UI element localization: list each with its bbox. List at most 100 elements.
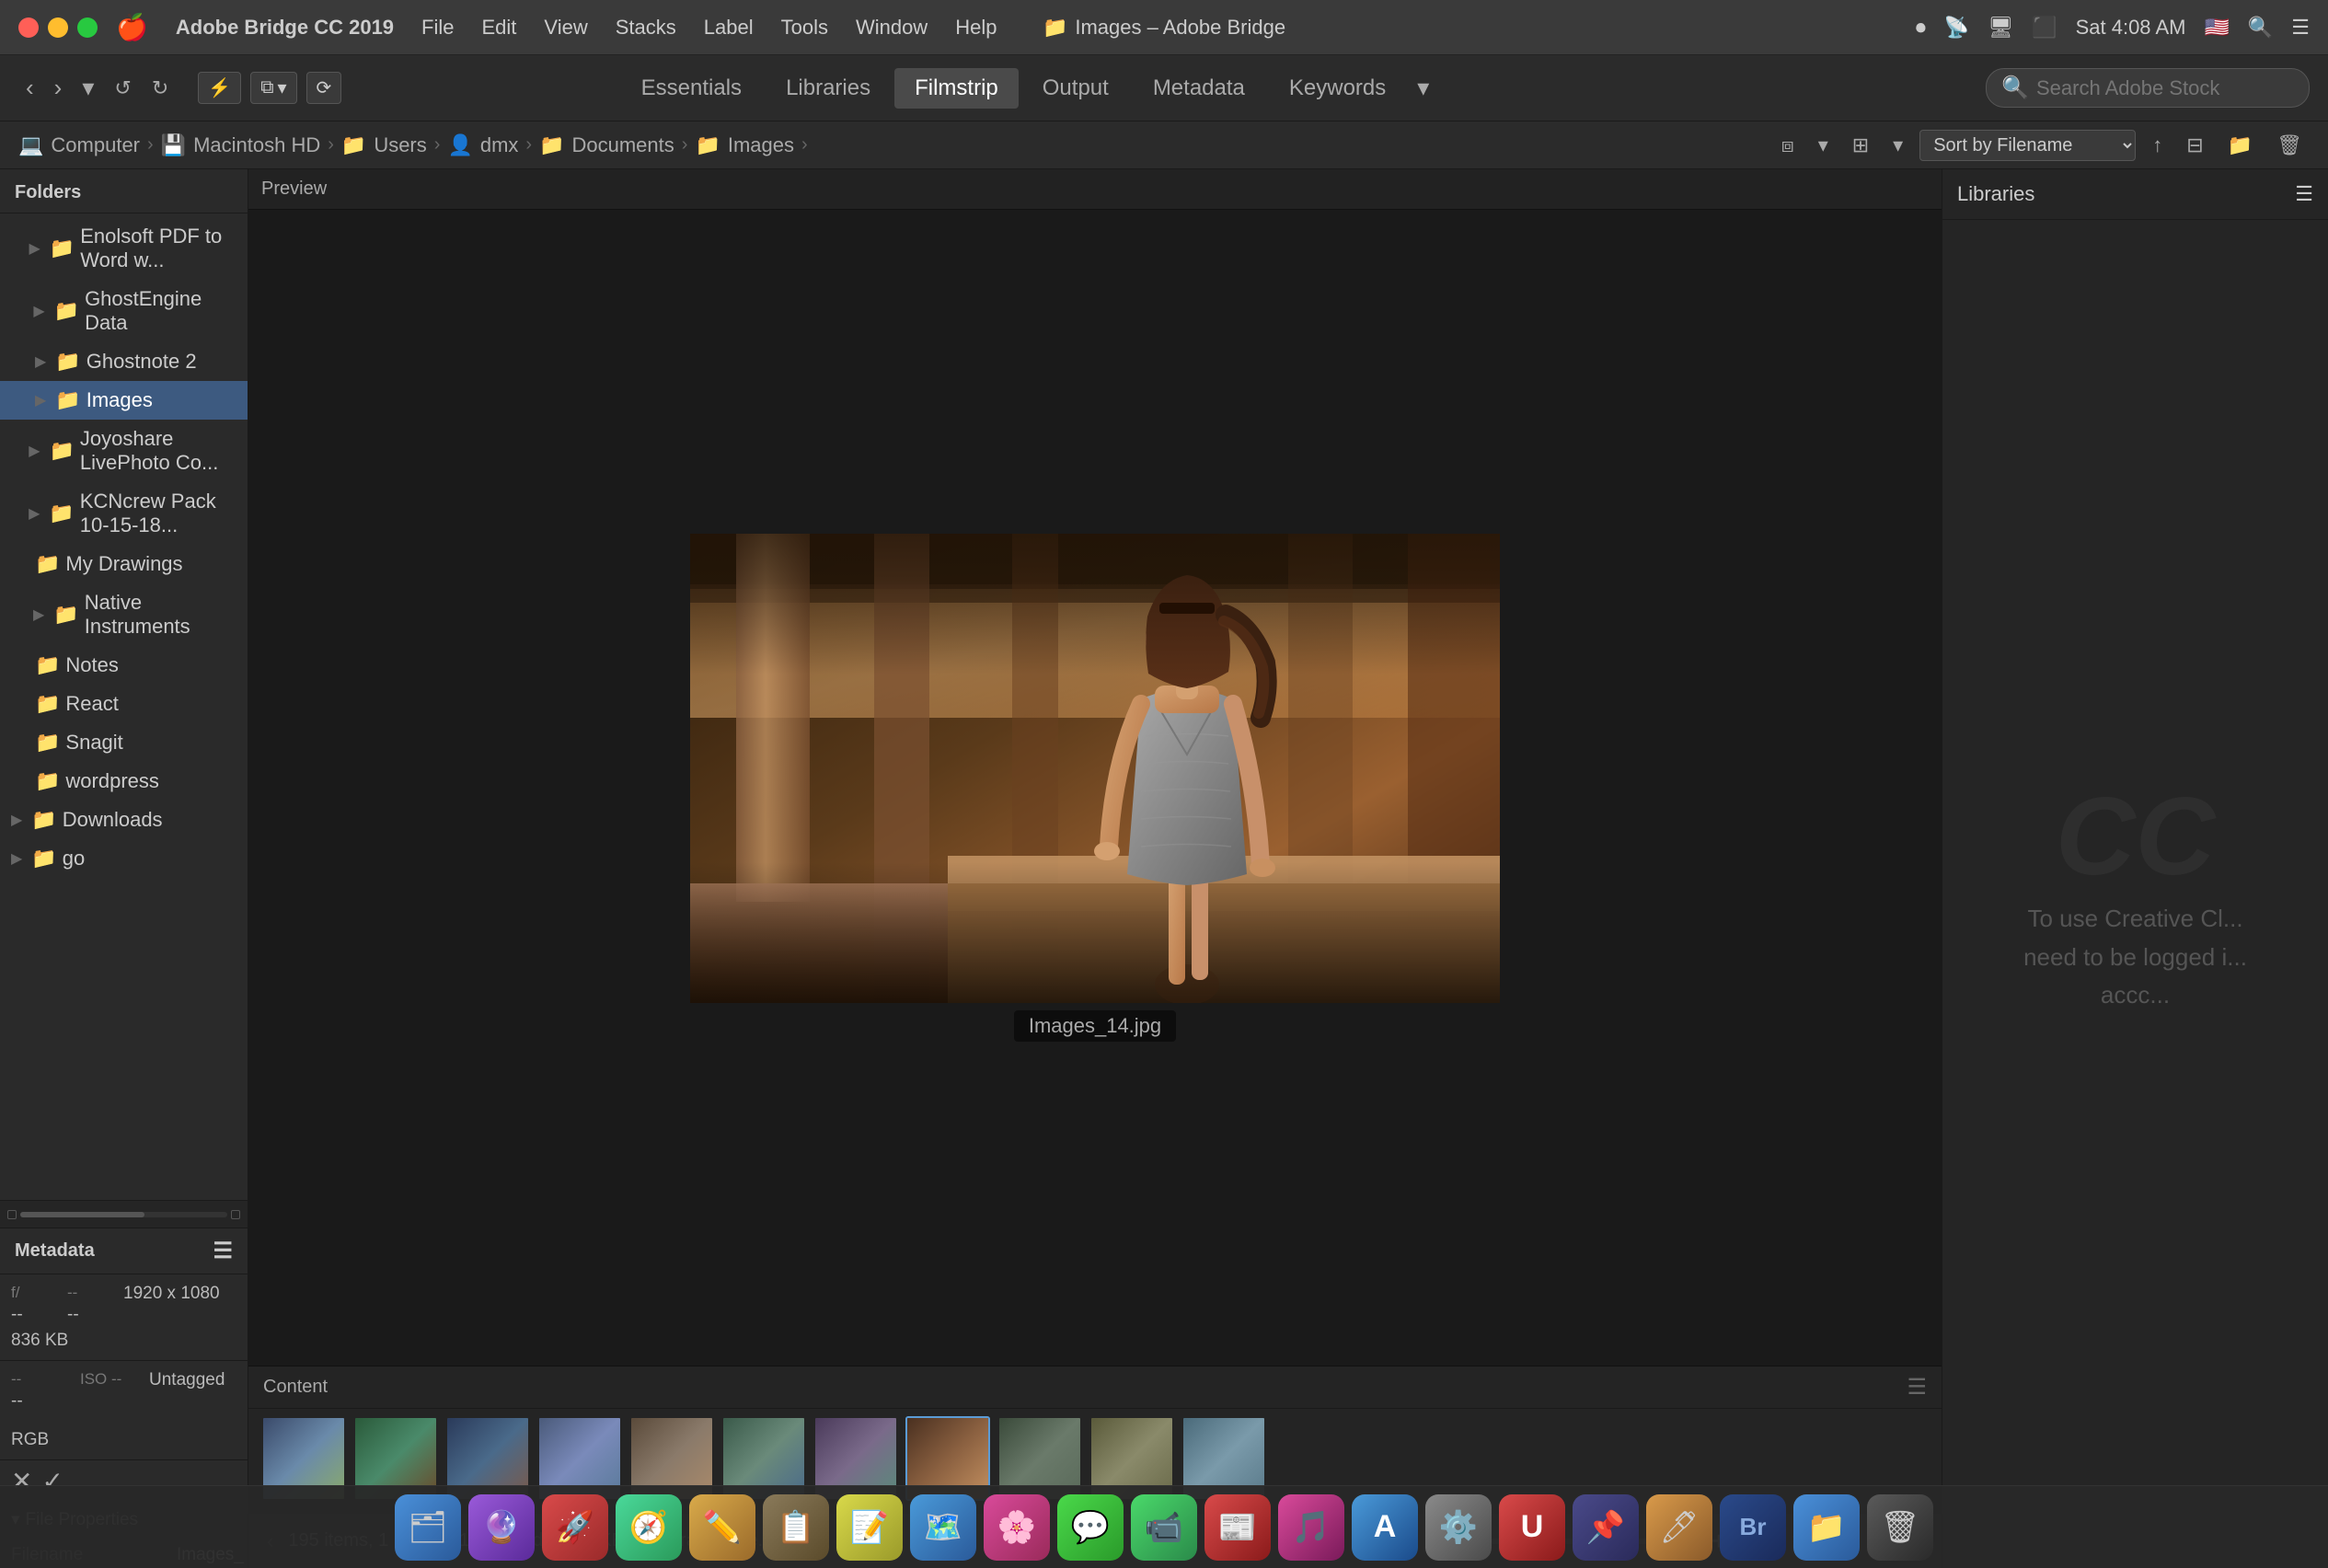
undo-button[interactable]: ↺ <box>107 73 138 104</box>
tab-libraries[interactable]: Libraries <box>766 68 891 109</box>
scrollbar-thumb[interactable] <box>20 1212 144 1217</box>
back-button[interactable]: ‹ <box>18 70 41 106</box>
breadcrumb-users[interactable]: Users <box>374 133 426 157</box>
folder-drawings[interactable]: 📁 My Drawings <box>0 545 248 583</box>
breadcrumb-images[interactable]: Images <box>728 133 794 157</box>
folder-snagit[interactable]: 📁 Snagit <box>0 723 248 762</box>
menu-stacks[interactable]: Stacks <box>616 16 676 40</box>
new-folder-btn[interactable]: 📁 <box>2220 130 2260 161</box>
menu-tools[interactable]: Tools <box>781 16 828 40</box>
menu-label[interactable]: Label <box>704 16 754 40</box>
tab-keywords[interactable]: Keywords <box>1269 68 1406 109</box>
menu-edit[interactable]: Edit <box>482 16 517 40</box>
dock-ukelele[interactable]: U <box>1499 1494 1565 1561</box>
breadcrumb-computer[interactable]: Computer <box>51 133 140 157</box>
menu-bar: 🍎 Adobe Bridge CC 2019 File Edit View St… <box>116 12 997 42</box>
delete-btn[interactable]: 🗑 <box>2269 130 2310 161</box>
filter-dropdown[interactable]: ▾ <box>1811 130 1836 161</box>
control-center-icon[interactable]: ☰ <box>2291 16 2310 40</box>
apple-menu[interactable]: 🍎 <box>116 12 148 42</box>
close-button[interactable] <box>18 17 39 38</box>
dock-news[interactable]: 📰 <box>1204 1494 1271 1561</box>
folder-icon: 📁 <box>49 502 74 525</box>
forward-button[interactable]: › <box>47 70 70 106</box>
folder-wordpress[interactable]: 📁 wordpress <box>0 762 248 801</box>
dock-launchpad[interactable]: 🚀 <box>542 1494 608 1561</box>
folder-kcncrew[interactable]: ▶ 📁 KCNcrew Pack 10-15-18... <box>0 482 248 545</box>
folder-enolsoft[interactable]: ▶ 📁 Enolsoft PDF to Word w... <box>0 217 248 280</box>
dock-pastebot[interactable]: 📌 <box>1573 1494 1639 1561</box>
folder-icon: 📁 <box>31 847 56 870</box>
folder-icon: 📁 <box>35 731 60 755</box>
dock-appstore[interactable]: A <box>1352 1494 1418 1561</box>
dock-systemprefs[interactable]: ⚙️ <box>1425 1494 1492 1561</box>
dock-music[interactable]: 🎵 <box>1278 1494 1344 1561</box>
sort-select[interactable]: Sort by Filename Sort by Date Created So… <box>1919 130 2136 161</box>
folder-go[interactable]: ▶ 📁 go <box>0 839 248 878</box>
folder-label: Ghostnote 2 <box>86 350 197 374</box>
breadcrumb-documents[interactable]: Documents <box>571 133 674 157</box>
dock-notes[interactable]: 📝 <box>836 1494 903 1561</box>
camera-raw-btn[interactable]: ⚡ <box>198 72 241 104</box>
content-menu-icon[interactable]: ☰ <box>1907 1374 1927 1401</box>
minimize-button[interactable] <box>48 17 68 38</box>
breadcrumb-dmx[interactable]: dmx <box>480 133 519 157</box>
copy-dropdown[interactable]: ▾ <box>277 76 286 99</box>
dock-bridge[interactable]: Br <box>1720 1494 1786 1561</box>
metadata-menu-icon[interactable]: ☰ <box>213 1238 233 1264</box>
folder-joyoshare[interactable]: ▶ 📁 Joyoshare LivePhoto Co... <box>0 420 248 482</box>
dock-finder[interactable]: 🗂 <box>395 1494 461 1561</box>
breadcrumb-sep-4: › <box>525 134 532 156</box>
tab-essentials[interactable]: Essentials <box>621 68 762 109</box>
breadcrumb-hd[interactable]: Macintosh HD <box>193 133 320 157</box>
dock-messages[interactable]: 💬 <box>1057 1494 1124 1561</box>
window-title-area: 📁 Images – Adobe Bridge <box>1043 16 1285 40</box>
menu-file[interactable]: File <box>421 16 454 40</box>
dock-photos[interactable]: 🌸 <box>984 1494 1050 1561</box>
folder-downloads[interactable]: ▶ 📁 Downloads <box>0 801 248 839</box>
sort-direction-btn[interactable]: ↑ <box>2145 130 2170 161</box>
dock-notes-file[interactable]: 📋 <box>763 1494 829 1561</box>
copy-btn[interactable]: ⧉ ▾ <box>250 72 296 104</box>
dock-maps[interactable]: 🗺️ <box>910 1494 976 1561</box>
tab-metadata[interactable]: Metadata <box>1133 68 1265 109</box>
folder-icon: 📁 <box>50 236 75 260</box>
dock-facetime[interactable]: 📹 <box>1131 1494 1197 1561</box>
libraries-menu-icon[interactable]: ☰ <box>2295 182 2313 206</box>
menu-adobe-bridge[interactable]: Adobe Bridge CC 2019 <box>176 16 394 40</box>
menu-help[interactable]: Help <box>955 16 997 40</box>
folder-ghostnote[interactable]: ▶ 📁 Ghostnote 2 <box>0 342 248 381</box>
dock-trash[interactable]: 🗑 <box>1867 1494 1933 1561</box>
view-mode-btn[interactable]: ⊟ <box>2179 130 2210 161</box>
folder-native[interactable]: ▶ 📁 Native Instruments <box>0 583 248 646</box>
more-tabs-button[interactable]: ▾ <box>1410 70 1436 106</box>
tab-output[interactable]: Output <box>1022 68 1129 109</box>
history-button[interactable]: ▾ <box>75 70 101 106</box>
folder-ghostengine[interactable]: ▶ 📁 GhostEngine Data <box>0 280 248 342</box>
sync-btn[interactable]: ⟳ <box>306 72 342 104</box>
resolution-cell: 1920 x 1080 <box>123 1284 220 1325</box>
metadata-label: Metadata <box>15 1240 95 1262</box>
redo-button[interactable]: ↻ <box>144 73 176 104</box>
folder-notes[interactable]: 📁 Notes <box>0 646 248 685</box>
folder-icon: 📁 <box>35 653 60 677</box>
dock-charcoal[interactable]: 🖊 <box>1646 1494 1712 1561</box>
view-settings-btn[interactable]: ⊞ <box>1845 130 1876 161</box>
clock: Sat 4:08 AM <box>2076 16 2186 40</box>
tab-filmstrip[interactable]: Filmstrip <box>894 68 1019 109</box>
search-system-icon[interactable]: 🔍 <box>2248 16 2273 40</box>
folder-react[interactable]: 📁 React <box>0 685 248 723</box>
folder-images[interactable]: ▶ 📁 Images <box>0 381 248 420</box>
search-input[interactable] <box>2036 76 2294 100</box>
dock-siri[interactable]: 🔮 <box>468 1494 535 1561</box>
scroll-left[interactable] <box>7 1210 17 1219</box>
scroll-right[interactable] <box>231 1210 240 1219</box>
maximize-button[interactable] <box>77 17 98 38</box>
menu-view[interactable]: View <box>544 16 587 40</box>
dock-safari[interactable]: 🧭 <box>616 1494 682 1561</box>
dock-finder2[interactable]: 📁 <box>1793 1494 1860 1561</box>
filter2-btn[interactable]: ▾ <box>1885 130 1910 161</box>
filter-button[interactable]: ⧈ <box>1774 130 1802 161</box>
dock-vectorize[interactable]: ✏️ <box>689 1494 755 1561</box>
menu-window[interactable]: Window <box>856 16 928 40</box>
